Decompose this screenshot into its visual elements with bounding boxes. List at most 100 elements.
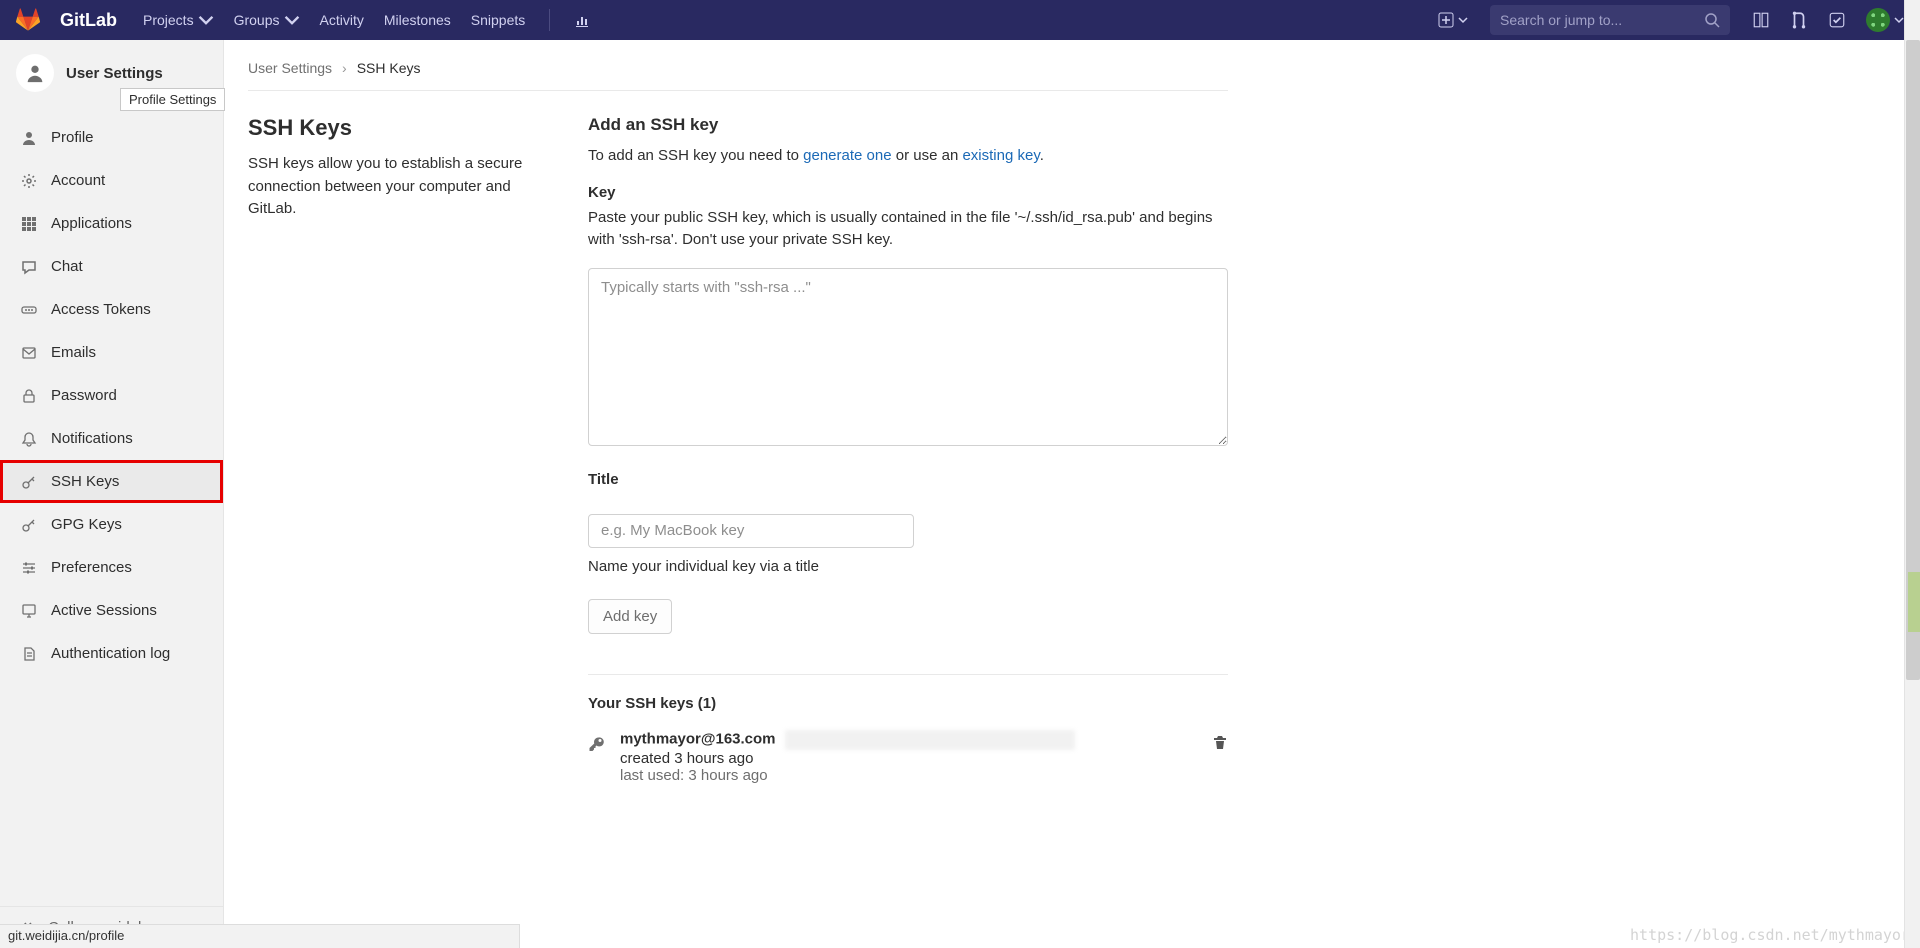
breadcrumb-parent[interactable]: User Settings xyxy=(248,60,332,76)
mail-icon xyxy=(21,345,37,361)
delete-key-button[interactable] xyxy=(1212,734,1228,753)
nav-milestones[interactable]: Milestones xyxy=(384,12,451,28)
brand-name[interactable]: GitLab xyxy=(60,10,117,31)
sidebar-item-chat[interactable]: Chat xyxy=(0,245,223,288)
nav-analytics[interactable] xyxy=(574,12,590,28)
sidebar-item-profile[interactable]: Profile xyxy=(0,116,223,159)
add-key-heading: Add an SSH key xyxy=(588,115,1228,135)
bell-icon xyxy=(21,431,37,447)
chevron-down-icon xyxy=(198,12,214,28)
chevron-down-icon xyxy=(1458,15,1468,25)
browser-status-bar: git.weidijia.cn/profile xyxy=(0,924,520,948)
user-menu[interactable] xyxy=(1866,8,1904,32)
sidebar-title: User Settings xyxy=(66,65,163,82)
sidebar-item-label: Account xyxy=(51,172,105,189)
ssh-key-textarea[interactable] xyxy=(588,268,1228,446)
sidebar-item-label: GPG Keys xyxy=(51,516,122,533)
grid-icon xyxy=(21,216,37,232)
sidebar-item-label: Notifications xyxy=(51,430,133,447)
add-intro-text: To add an SSH key you need to xyxy=(588,147,803,164)
ssh-key-row: mythmayor@163.com created 3 hours ago la… xyxy=(588,730,1228,784)
divider xyxy=(588,674,1228,675)
merge-requests-icon[interactable] xyxy=(1790,11,1808,29)
monitor-icon xyxy=(21,603,37,619)
ssh-key-name[interactable]: mythmayor@163.com xyxy=(620,730,776,747)
sidebar-nav: Profile Account Applications Chat Access Tok… xyxy=(0,112,223,906)
nav-snippets[interactable]: Snippets xyxy=(471,12,525,28)
avatar xyxy=(1866,8,1890,32)
sidebar-item-label: Chat xyxy=(51,258,83,275)
title-label: Title xyxy=(588,471,1228,488)
sidebar-item-label: Profile xyxy=(51,129,94,146)
nav-activity[interactable]: Activity xyxy=(320,12,364,28)
nav-projects[interactable]: Projects xyxy=(143,12,214,28)
key-label: Key xyxy=(588,184,1228,201)
new-menu[interactable] xyxy=(1438,12,1468,28)
add-key-button[interactable]: Add key xyxy=(588,599,672,634)
nav-groups[interactable]: Groups xyxy=(234,12,300,28)
ssh-key-title-input[interactable] xyxy=(588,514,914,548)
last-used-value: 3 hours ago xyxy=(688,767,767,784)
sidebar-item-label: Preferences xyxy=(51,559,132,576)
sidebar-item-label: Access Tokens xyxy=(51,301,151,318)
plus-icon xyxy=(1438,12,1454,28)
watermark: https://blog.csdn.net/mythmayor xyxy=(1630,926,1910,944)
page-description: SSH keys allow you to establish a secure… xyxy=(248,153,528,221)
sidebar-item-active-sessions[interactable]: Active Sessions xyxy=(0,589,223,632)
link-existing-key[interactable]: existing key xyxy=(962,147,1039,164)
sidebar-item-label: Emails xyxy=(51,344,96,361)
tooltip-profile-settings: Profile Settings xyxy=(120,88,225,111)
add-key-intro: To add an SSH key you need to generate o… xyxy=(588,145,1228,168)
key-hint: Paste your public SSH key, which is usua… xyxy=(588,207,1228,252)
sidebar-item-password[interactable]: Password xyxy=(0,374,223,417)
sliders-icon xyxy=(21,560,37,576)
scrollbar[interactable] xyxy=(1904,0,1920,948)
top-navbar: GitLab Projects Groups Activity Mileston… xyxy=(0,0,1920,40)
page-title: SSH Keys xyxy=(248,115,528,141)
breadcrumb-sep: › xyxy=(342,60,347,76)
breadcrumb-current: SSH Keys xyxy=(357,60,421,76)
dots-icon xyxy=(21,302,37,318)
sidebar-item-notifications[interactable]: Notifications xyxy=(0,417,223,460)
search-box[interactable] xyxy=(1490,5,1730,35)
nav-projects-label: Projects xyxy=(143,12,194,28)
chart-icon xyxy=(574,12,590,28)
sidebar-item-emails[interactable]: Emails xyxy=(0,331,223,374)
search-input[interactable] xyxy=(1500,12,1704,28)
sidebar-item-authentication-log[interactable]: Authentication log xyxy=(0,632,223,675)
sidebar-item-preferences[interactable]: Preferences xyxy=(0,546,223,589)
sidebar-item-gpg-keys[interactable]: GPG Keys xyxy=(0,503,223,546)
chevron-down-icon xyxy=(1894,15,1904,25)
sidebar-item-label: Active Sessions xyxy=(51,602,157,619)
sidebar-header: User Settings Profile Settings xyxy=(0,40,223,112)
header-right-icons xyxy=(1752,8,1904,32)
breadcrumb: User Settings › SSH Keys xyxy=(248,40,1228,91)
sidebar-item-label: Password xyxy=(51,387,117,404)
sidebar-item-account[interactable]: Account xyxy=(0,159,223,202)
your-keys-heading: Your SSH keys (1) xyxy=(588,695,1228,712)
doc-icon xyxy=(21,646,37,662)
sidebar-item-access-tokens[interactable]: Access Tokens xyxy=(0,288,223,331)
sidebar-item-label: Authentication log xyxy=(51,645,170,662)
add-intro-post: . xyxy=(1040,147,1044,164)
search-icon xyxy=(1704,12,1720,28)
primary-nav: Projects Groups Activity Milestones Snip… xyxy=(143,9,590,31)
sidebar-item-label: SSH Keys xyxy=(51,473,119,490)
gear-icon xyxy=(21,173,37,189)
title-helper: Name your individual key via a title xyxy=(588,558,1228,575)
main: User Settings › SSH Keys SSH Keys SSH ke… xyxy=(224,40,1920,948)
sidebar-item-ssh-keys[interactable]: SSH Keys xyxy=(0,460,223,503)
todos-icon[interactable] xyxy=(1828,11,1846,29)
user-icon xyxy=(21,130,37,146)
last-used-label: last used: xyxy=(620,767,688,784)
sidebar-item-label: Applications xyxy=(51,215,132,232)
key-icon xyxy=(21,474,37,490)
ssh-key-created: created 3 hours ago xyxy=(620,750,753,767)
issues-icon[interactable] xyxy=(1752,11,1770,29)
sidebar-item-applications[interactable]: Applications xyxy=(0,202,223,245)
chat-icon xyxy=(21,259,37,275)
key-icon xyxy=(588,736,606,754)
scroll-mark xyxy=(1908,572,1920,632)
redacted-fingerprint xyxy=(785,730,1075,750)
link-generate-one[interactable]: generate one xyxy=(803,147,891,164)
